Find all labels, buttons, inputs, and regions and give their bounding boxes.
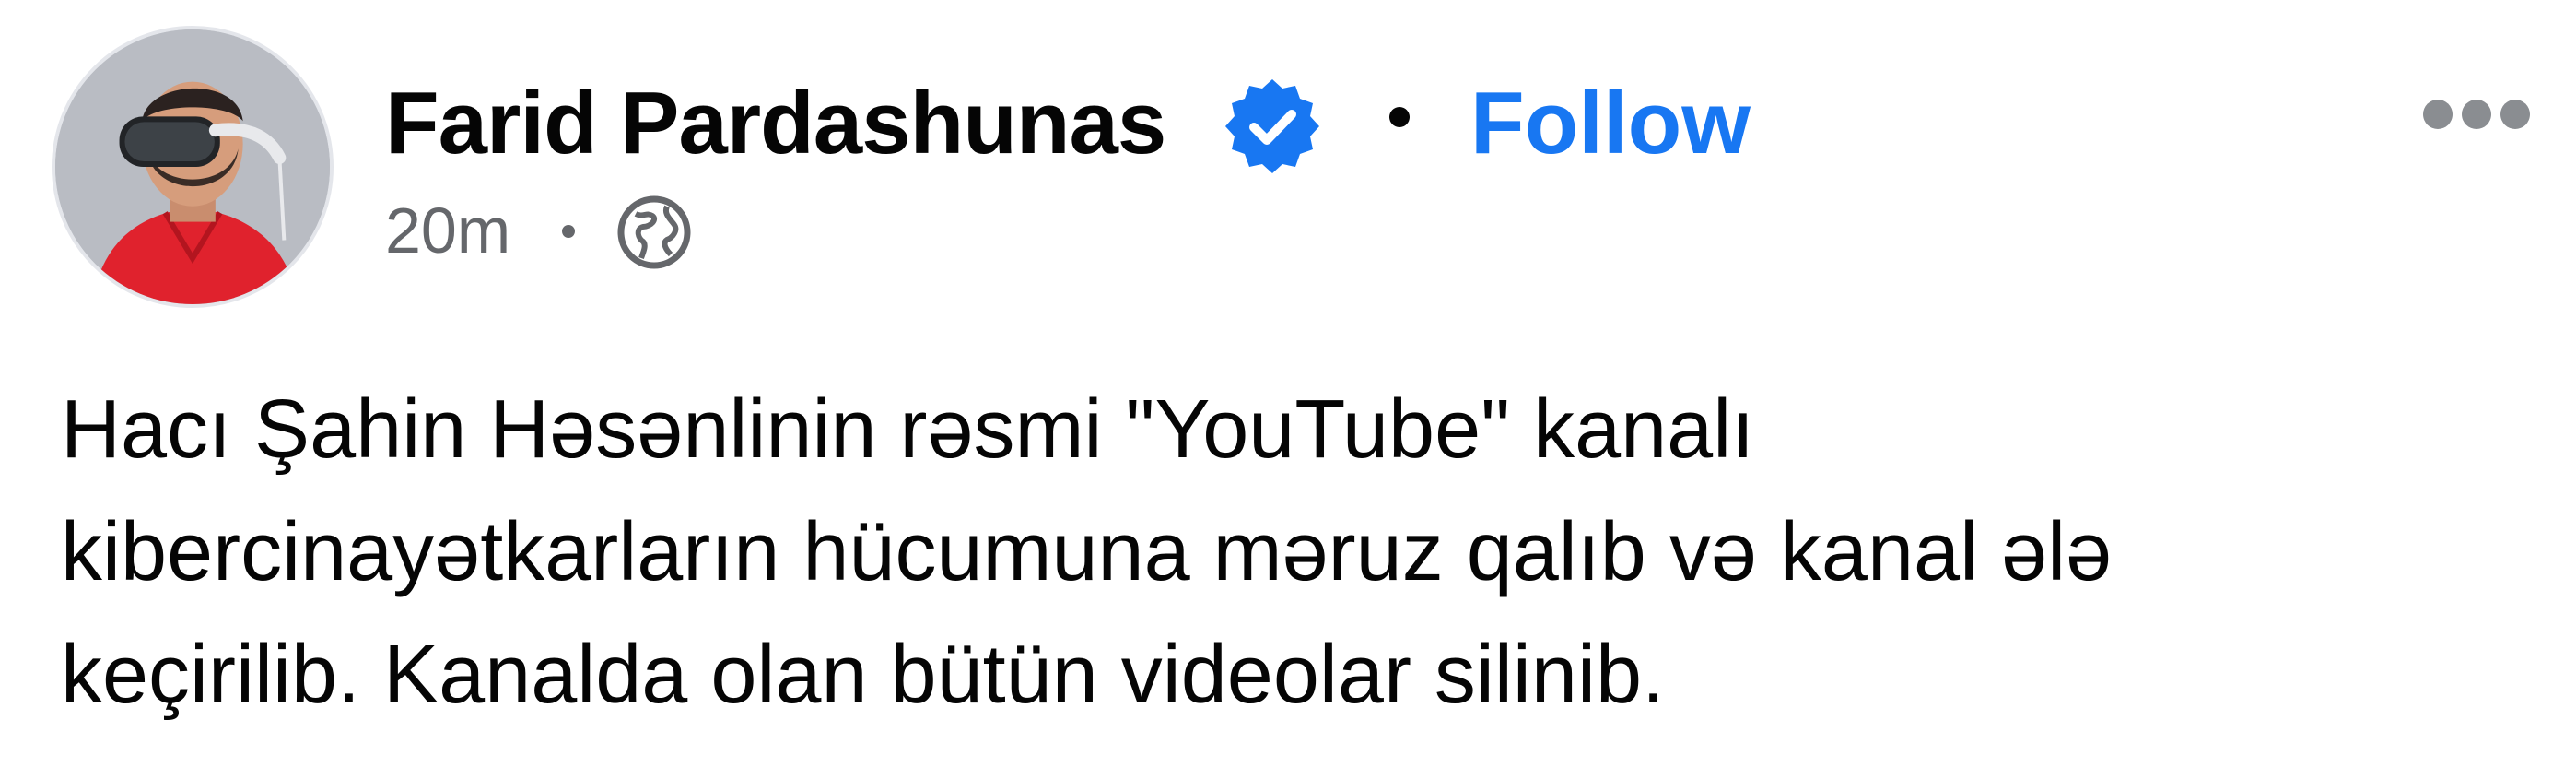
follow-button[interactable]: Follow — [1470, 68, 1751, 179]
meta-separator-dot — [562, 225, 575, 238]
post-text-line: keçirilib. Kanalda olan bütün videolar s… — [61, 629, 1666, 721]
verified-badge-icon — [1225, 79, 1319, 173]
post-text-line: Hacı Şahin Həsənlinin rəsmi "YouTube" ka… — [61, 384, 1755, 476]
more-options-icon[interactable] — [2423, 100, 2530, 129]
post-timestamp[interactable]: 20m — [385, 190, 510, 271]
separator-dot — [1389, 107, 1410, 127]
author-avatar[interactable] — [52, 26, 334, 308]
post-body-text: Hacı Şahin Həsənlinin rəsmi "YouTube" ka… — [61, 369, 2530, 737]
post-card: Farid Pardashunas Follow 20m Hacı Şahin … — [0, 0, 2576, 767]
post-text-line: kibercinayətkarların hücumuna məruz qalı… — [61, 506, 2113, 598]
avatar-photo — [55, 30, 330, 304]
globe-icon — [617, 195, 691, 269]
author-name[interactable]: Farid Pardashunas — [385, 68, 1166, 179]
